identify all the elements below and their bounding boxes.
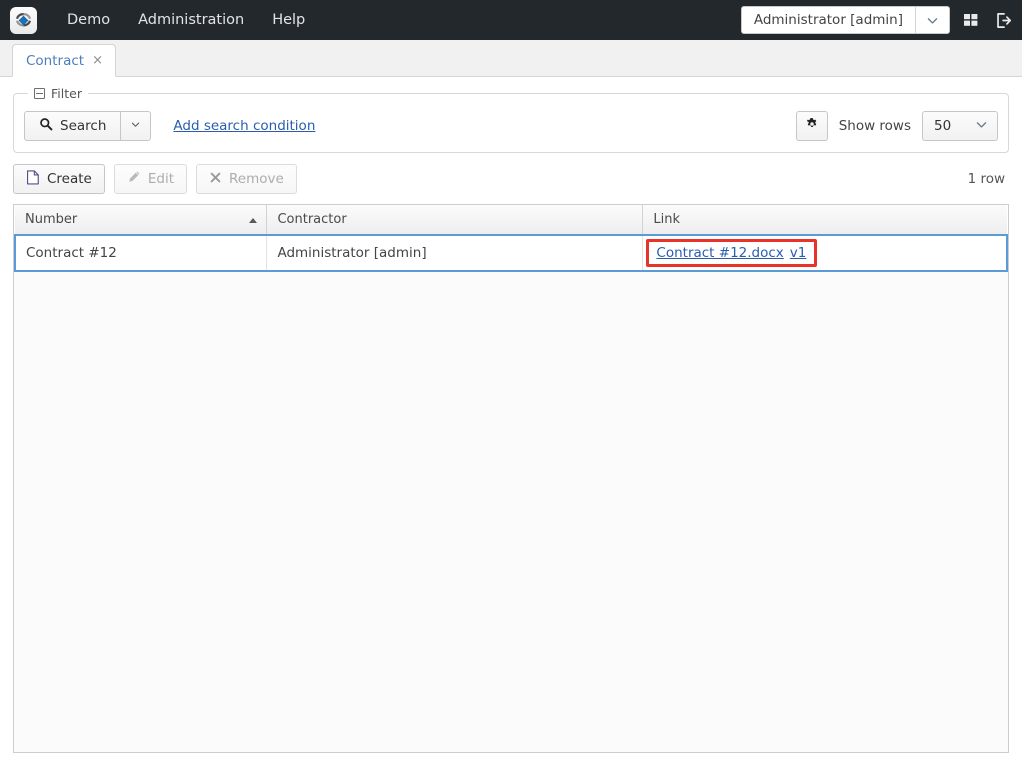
tab-contract-label: Contract [26, 52, 85, 69]
user-selector[interactable]: Administrator [admin] [740, 6, 950, 34]
show-rows-value: 50 [934, 118, 952, 134]
collapse-minus-icon[interactable] [34, 88, 45, 99]
remove-button-label: Remove [229, 171, 284, 187]
search-options-caret[interactable] [121, 111, 152, 141]
create-button[interactable]: Create [13, 164, 105, 194]
search-button-group: Search [24, 111, 152, 141]
close-icon[interactable]: × [92, 54, 103, 67]
cell-contractor: Administrator [admin] [266, 234, 644, 272]
filter-right-controls: Show rows 50 [795, 111, 998, 141]
column-header-number[interactable]: Number [15, 205, 268, 236]
chevron-down-icon [975, 118, 988, 135]
filter-settings-button[interactable] [795, 111, 828, 141]
user-selector-value: Administrator [admin] [753, 12, 903, 28]
new-document-icon [26, 169, 40, 189]
cell-link: Contract #12.docx v1 [642, 234, 1008, 272]
column-header-link-label: Link [653, 212, 681, 227]
edit-button-label: Edit [147, 171, 175, 187]
create-button-label: Create [47, 171, 92, 187]
logout-icon[interactable] [992, 9, 1014, 31]
search-icon [39, 117, 53, 135]
filter-panel: Filter Search Add search condition Show … [13, 86, 1009, 153]
grid-apps-icon[interactable] [960, 9, 982, 31]
cross-icon [209, 171, 222, 188]
edit-button[interactable]: Edit [113, 164, 188, 194]
nav-item-help[interactable]: Help [258, 3, 319, 37]
contract-table: Number Contractor Link Contract #12 Admi… [14, 205, 1008, 272]
app-logo-icon[interactable] [10, 6, 37, 34]
add-search-condition-link[interactable]: Add search condition [173, 118, 315, 134]
nav-item-administration[interactable]: Administration [124, 3, 258, 37]
column-header-contractor[interactable]: Contractor [266, 205, 644, 236]
column-header-number-label: Number [25, 212, 78, 227]
table-row[interactable]: Contract #12 Administrator [admin] Contr… [14, 234, 1008, 272]
tab-contract[interactable]: Contract × [12, 44, 116, 77]
column-header-contractor-label: Contractor [277, 212, 347, 227]
remove-button[interactable]: Remove [196, 164, 297, 194]
show-rows-select[interactable]: 50 [922, 111, 998, 141]
pencil-icon [127, 170, 141, 188]
chevron-down-icon [130, 118, 141, 134]
column-header-link[interactable]: Link [642, 205, 1007, 236]
tab-strip: Contract × [0, 40, 1022, 77]
filter-legend-label: Filter [51, 86, 82, 101]
filter-legend[interactable]: Filter [28, 86, 88, 101]
search-button-label: Search [60, 118, 107, 134]
contract-file-link[interactable]: Contract #12.docx [656, 245, 783, 261]
filter-controls-row: Search Add search condition Show rows 50 [24, 107, 998, 141]
cell-number: Contract #12 [14, 234, 268, 272]
page-bottom-spacer [0, 753, 1022, 767]
contract-version-link[interactable]: v1 [790, 245, 807, 261]
gear-icon [805, 117, 819, 135]
row-count-label: 1 row [967, 171, 1005, 187]
page-content: Filter Search Add search condition Show … [0, 77, 1022, 767]
search-button[interactable]: Search [24, 111, 122, 141]
show-rows-label: Show rows [838, 118, 911, 134]
table-header-row: Number Contractor Link [15, 205, 1007, 236]
link-highlight-box: Contract #12.docx v1 [646, 239, 818, 267]
action-toolbar: Create Edit Remove 1 row [0, 153, 1022, 204]
top-navbar: Demo Administration Help Administrator [… [0, 0, 1022, 40]
nav-item-demo[interactable]: Demo [53, 3, 124, 37]
filter-panel-wrapper: Filter Search Add search condition Show … [0, 77, 1022, 153]
chevron-down-icon[interactable] [915, 7, 949, 33]
data-grid: Number Contractor Link Contract #12 Admi… [13, 204, 1009, 753]
sort-ascending-icon [249, 217, 258, 223]
main-nav: Demo Administration Help [53, 3, 319, 37]
navbar-right-controls: Administrator [admin] [740, 6, 1014, 34]
